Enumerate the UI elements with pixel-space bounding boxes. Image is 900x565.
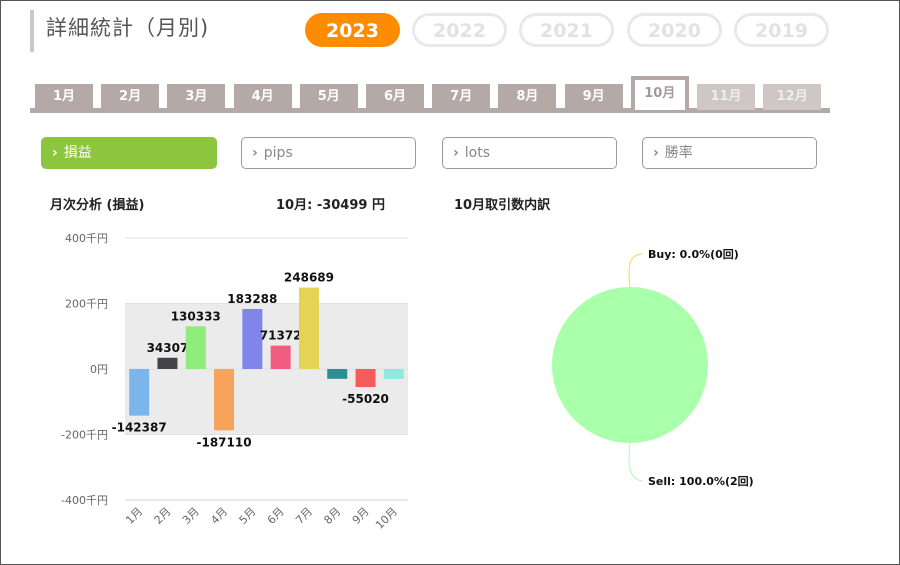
bar-4月 — [214, 369, 235, 431]
chevron-right-icon: › — [252, 145, 258, 161]
month-tab-2[interactable]: 2月 — [101, 84, 160, 110]
bar-8月 — [327, 369, 348, 379]
month-tab-10[interactable]: 10月 — [630, 76, 689, 110]
trade-breakdown-pie-chart: Buy: 0.0%(0回) Sell: 100.0%(2回) — [552, 247, 754, 488]
metric-button-win-rate[interactable]: › 勝率 — [642, 137, 817, 169]
x-tick-label: 7月 — [293, 505, 315, 527]
y-tick-label: -200千円 — [61, 429, 108, 442]
year-button-2022[interactable]: 2022 — [412, 13, 507, 47]
bar-7月 — [298, 287, 319, 369]
month-tab-7[interactable]: 7月 — [432, 84, 491, 110]
x-tick-label: 10月 — [373, 505, 400, 532]
metric-label: 勝率 — [664, 145, 693, 161]
year-button-2021[interactable]: 2021 — [519, 13, 614, 47]
monthly-analysis-title: 月次分析 (損益) — [50, 198, 145, 213]
metric-button-pips[interactable]: › pips — [241, 137, 416, 169]
month-tab-5[interactable]: 5月 — [299, 84, 358, 110]
data-label: 248689 — [284, 271, 334, 285]
x-tick-label: 1月 — [123, 505, 145, 527]
x-tick-label: 3月 — [180, 505, 202, 527]
month-tab-12[interactable]: 12月 — [763, 84, 822, 110]
bar-2月 — [157, 357, 178, 369]
metric-label: 損益 — [63, 145, 92, 161]
metric-label: pips — [263, 145, 293, 161]
buy-connector-line — [628, 253, 643, 288]
sell-connector-line — [628, 442, 643, 482]
y-tick-label: 400千円 — [65, 232, 108, 245]
year-button-2019[interactable]: 2019 — [734, 13, 829, 47]
metric-label: lots — [464, 145, 491, 161]
page-title: 詳細統計（月別) — [30, 10, 209, 52]
x-tick-label: 4月 — [208, 505, 230, 527]
month-tab-8[interactable]: 8月 — [498, 84, 557, 110]
data-label: -187110 — [197, 435, 252, 449]
chevron-right-icon: › — [52, 145, 58, 161]
data-label: 71372 — [260, 329, 302, 343]
data-label: 130333 — [171, 309, 221, 323]
bar-3月 — [185, 326, 206, 369]
bar-6月 — [270, 345, 291, 369]
year-button-2023[interactable]: 2023 — [305, 13, 400, 47]
x-tick-label: 5月 — [237, 505, 259, 527]
y-tick-label: 200千円 — [65, 298, 108, 311]
data-label: -142387 — [112, 421, 167, 435]
breakdown-title: 10月取引数内訳 — [454, 198, 551, 213]
metric-button-lots[interactable]: › lots — [442, 137, 617, 169]
monthly-summary: 10月: -30499 円 — [276, 198, 385, 213]
y-tick-label: 0円 — [90, 363, 108, 376]
metric-button-profit-loss[interactable]: › 損益 — [41, 137, 217, 169]
month-tab-4[interactable]: 4月 — [233, 84, 292, 110]
month-tab-3[interactable]: 3月 — [167, 84, 226, 110]
chevron-right-icon: › — [453, 145, 459, 161]
x-tick-label: 9月 — [350, 505, 372, 527]
bar-1月 — [129, 369, 150, 416]
bar-9月 — [355, 369, 376, 388]
x-tick-label: 8月 — [321, 505, 343, 527]
x-tick-label: 2月 — [152, 505, 174, 527]
month-tab-6[interactable]: 6月 — [366, 84, 424, 110]
month-tab-11[interactable]: 11月 — [697, 84, 755, 110]
month-tab-1[interactable]: 1月 — [35, 84, 93, 110]
chevron-right-icon: › — [653, 145, 659, 161]
data-label: 183288 — [227, 292, 277, 306]
sell-label: Sell: 100.0%(2回) — [648, 474, 754, 488]
pie-slice — [552, 287, 708, 443]
bar-10月 — [383, 369, 404, 379]
month-tab-9[interactable]: 9月 — [564, 84, 623, 110]
buy-label: Buy: 0.0%(0回) — [648, 247, 739, 261]
y-tick-label: -400千円 — [61, 494, 108, 507]
x-tick-label: 6月 — [265, 505, 287, 527]
data-label: -55020 — [342, 392, 389, 406]
monthly-pl-bar-chart: 400千円 200千円 0円 -200千円 -400千円 -142387 1月 34307 2月… — [61, 232, 408, 532]
year-button-2020[interactable]: 2020 — [627, 13, 722, 47]
data-label: 34307 — [147, 341, 189, 355]
